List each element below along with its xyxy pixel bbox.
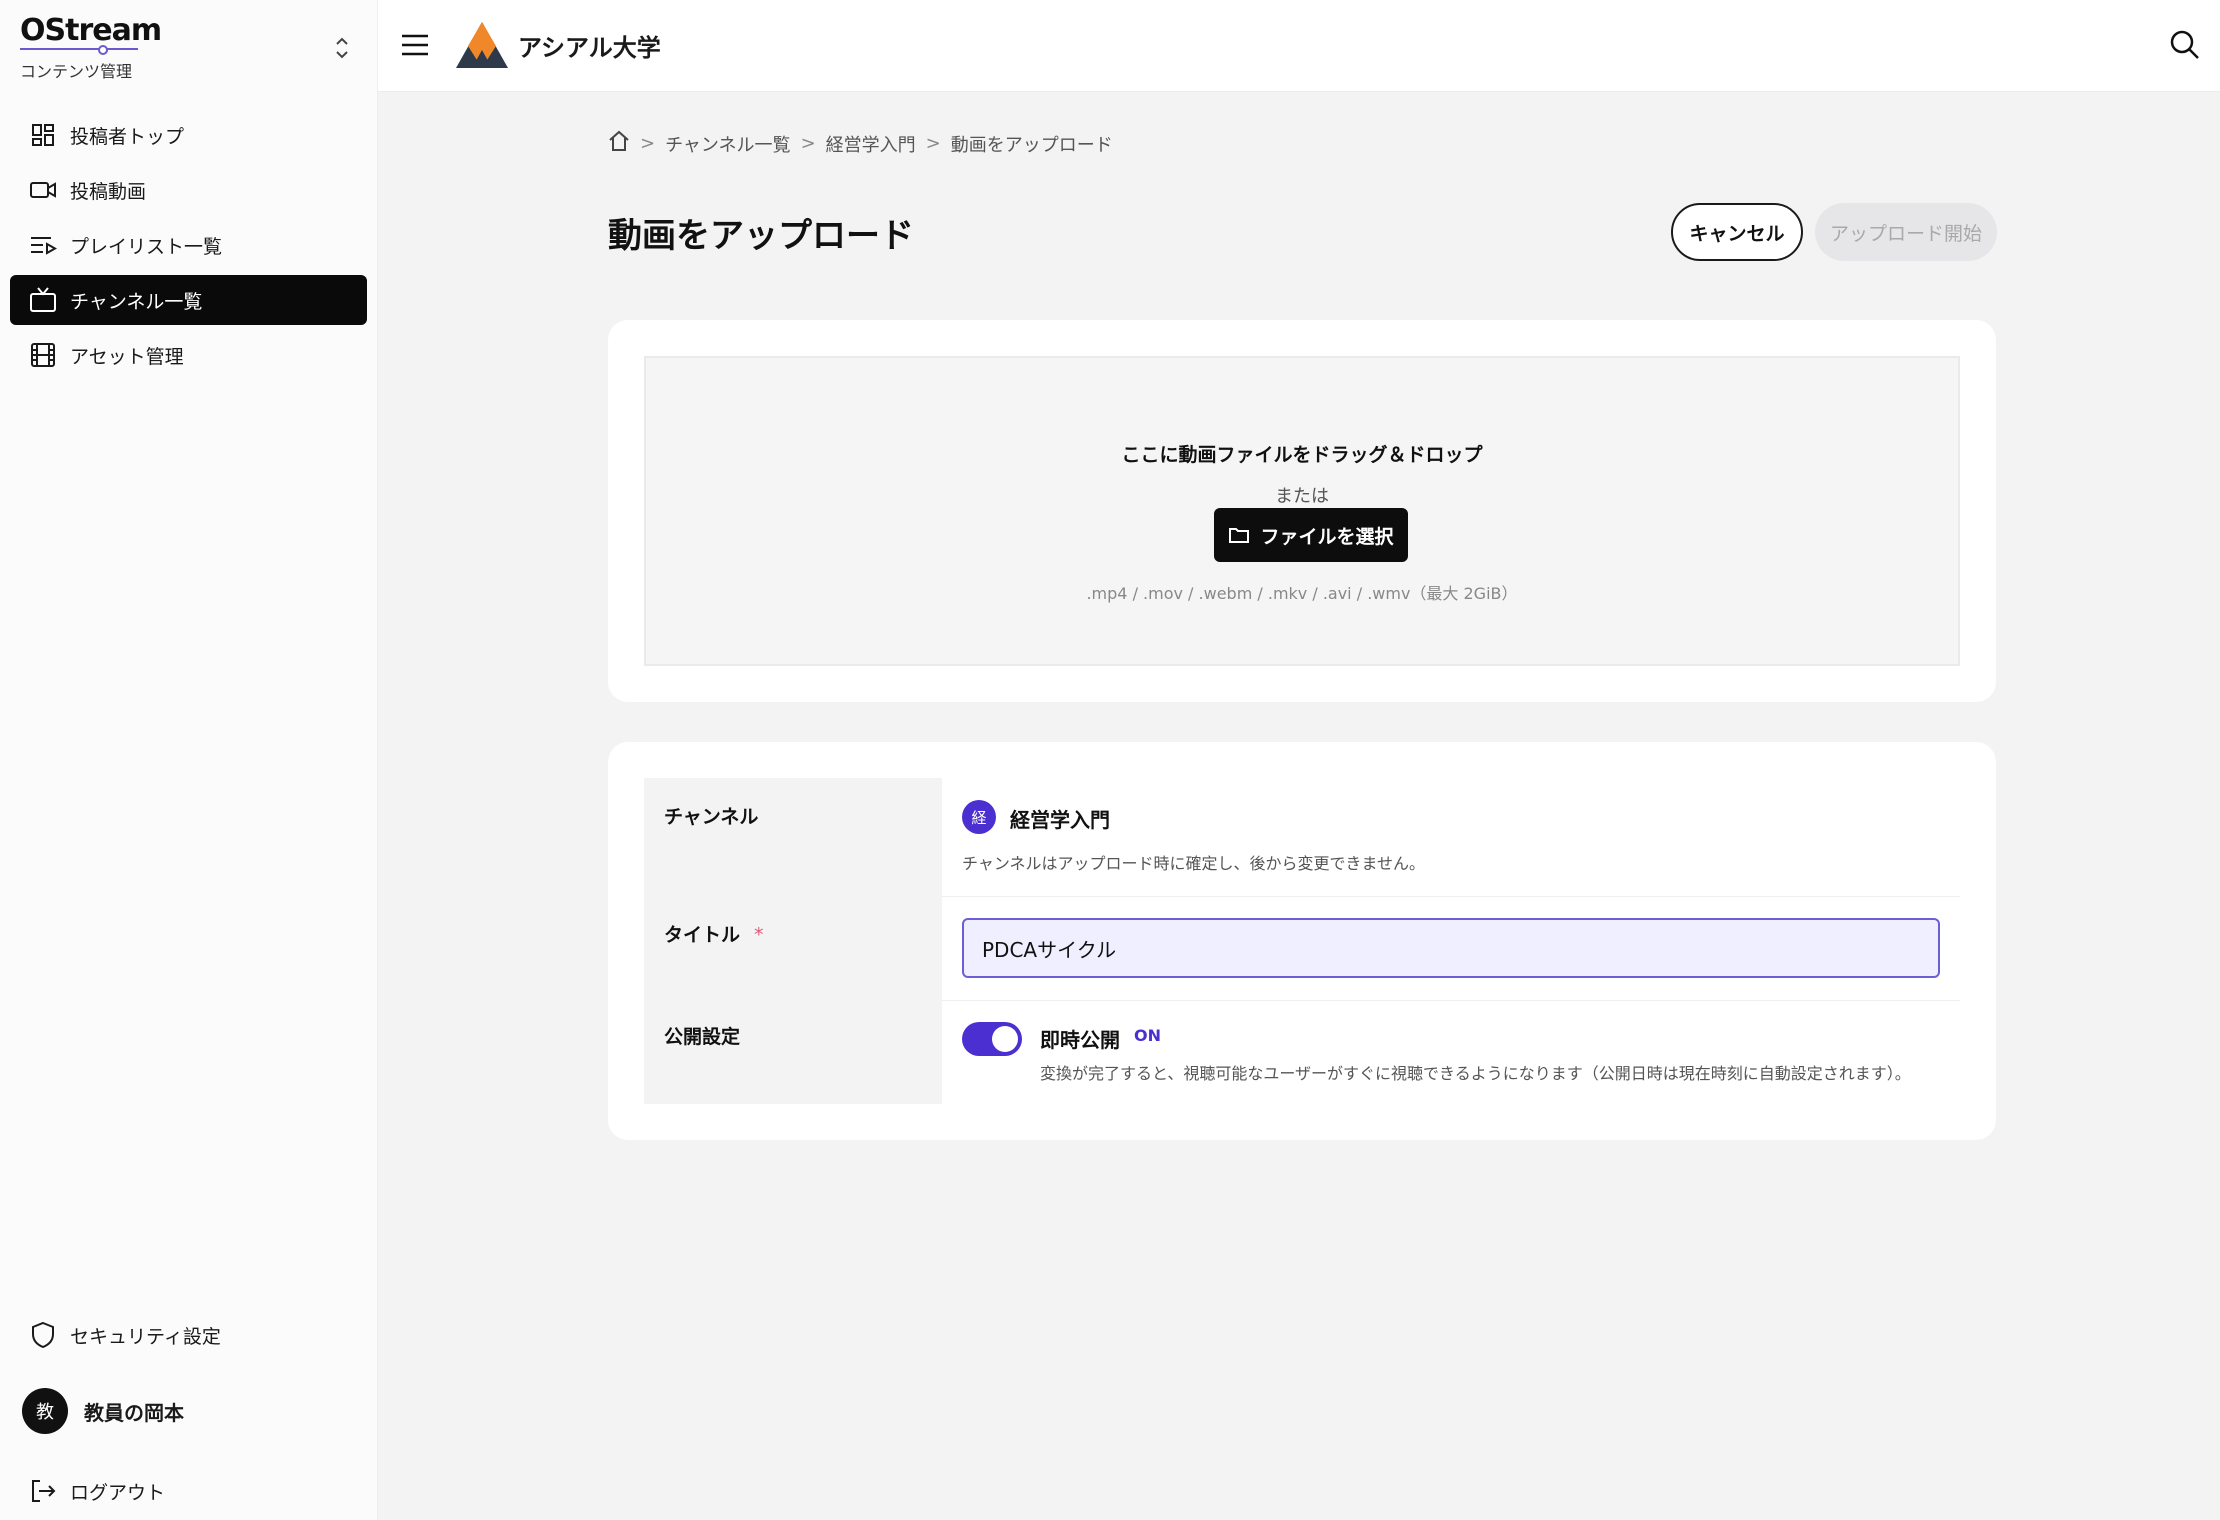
org-name[interactable]: アシアル大学 xyxy=(518,28,661,63)
sidebar-item-label: 投稿動画 xyxy=(70,180,147,203)
sidebar-item-label: 投稿者トップ xyxy=(70,125,185,148)
dropzone-title: ここに動画ファイルをドラッグ＆ドロップ xyxy=(1121,444,1483,466)
channel-avatar: 経 xyxy=(962,800,996,834)
breadcrumb-separator: > xyxy=(800,133,816,154)
sidebar-item-security[interactable]: セキュリティ設定 xyxy=(10,1310,367,1360)
sidebar-item-playlists[interactable]: プレイリスト一覧 xyxy=(10,220,367,270)
select-file-label: ファイルを選択 xyxy=(1260,525,1394,548)
breadcrumb: > チャンネル一覧 > 経営学入門 > 動画をアップロード xyxy=(608,130,1113,157)
title-input[interactable] xyxy=(962,918,1940,978)
sidebar: OStream コンテンツ管理 投稿者トップ 投稿動画 プレイリスト一覧 チャン… xyxy=(0,0,378,1520)
org-logo[interactable] xyxy=(454,20,510,70)
video-details-form: チャンネル 経 経営学入門 チャンネルはアップロード時に確定し、後から変更できま… xyxy=(608,742,1996,1140)
start-upload-button[interactable]: アップロード開始 xyxy=(1815,203,1997,261)
page-title: 動画をアップロード xyxy=(608,216,914,256)
dropzone-or: または xyxy=(1275,486,1329,507)
channel-label: チャンネル xyxy=(664,806,759,828)
title-label: タイトル * xyxy=(664,920,764,947)
breadcrumb-channel[interactable]: 経営学入門 xyxy=(826,131,916,157)
home-icon[interactable] xyxy=(608,130,630,157)
folder-icon xyxy=(1229,528,1250,543)
sidebar-item-label: プレイリスト一覧 xyxy=(70,235,223,258)
channel-name: 経営学入門 xyxy=(1010,808,1110,832)
video-camera-icon xyxy=(28,175,58,205)
sidebar-item-videos[interactable]: 投稿動画 xyxy=(10,165,367,215)
breadcrumb-separator: > xyxy=(640,133,656,154)
file-dropzone[interactable]: ここに動画ファイルをドラッグ＆ドロップ または ファイルを選択 .mp4 / .… xyxy=(644,356,1960,666)
sidebar-item-label: アセット管理 xyxy=(70,345,184,368)
avatar: 教 xyxy=(22,1388,68,1434)
publish-label: 公開設定 xyxy=(664,1026,741,1048)
cancel-button[interactable]: キャンセル xyxy=(1671,203,1803,261)
required-mark: * xyxy=(754,924,764,946)
brand-logo: OStream xyxy=(20,13,162,48)
brand-underline xyxy=(20,45,138,55)
user-name: 教員の岡本 xyxy=(84,1400,184,1425)
brand-subtitle: コンテンツ管理 xyxy=(20,62,133,81)
dropzone-formats: .mp4 / .mov / .webm / .mkv / .avi / .wmv… xyxy=(1086,584,1518,603)
sidebar-item-label: チャンネル一覧 xyxy=(70,290,203,313)
channel-note: チャンネルはアップロード時に確定し、後から変更できません。 xyxy=(962,854,1426,873)
playlist-icon xyxy=(28,230,58,260)
breadcrumb-channels[interactable]: チャンネル一覧 xyxy=(665,131,790,157)
sidebar-item-creator-top[interactable]: 投稿者トップ xyxy=(10,110,367,160)
breadcrumb-separator: > xyxy=(925,133,941,154)
brand[interactable]: OStream コンテンツ管理 xyxy=(20,13,162,82)
upload-card: ここに動画ファイルをドラッグ＆ドロップ または ファイルを選択 .mp4 / .… xyxy=(608,320,1996,702)
title-label-text: タイトル xyxy=(664,924,741,946)
publish-toggle-label: 即時公開 xyxy=(1040,1028,1120,1052)
logout-icon xyxy=(28,1476,58,1506)
search-icon[interactable] xyxy=(2168,28,2202,62)
publish-toggle[interactable] xyxy=(962,1022,1022,1056)
user-profile[interactable]: 教 教員の岡本 xyxy=(22,1388,184,1434)
chevron-up-down-icon[interactable] xyxy=(330,34,354,62)
publish-note: 変換が完了すると、視聴可能なユーザーがすぐに視聴できるようになります（公開日時は… xyxy=(1040,1064,1911,1083)
tv-icon xyxy=(28,285,58,315)
sidebar-item-label: セキュリティ設定 xyxy=(70,1325,221,1348)
breadcrumb-current: 動画をアップロード xyxy=(950,134,1113,156)
menu-icon[interactable] xyxy=(400,30,430,60)
logout-button[interactable]: ログアウト xyxy=(10,1466,367,1516)
sidebar-nav: 投稿者トップ 投稿動画 プレイリスト一覧 チャンネル一覧 アセット管理 xyxy=(10,110,367,385)
divider xyxy=(942,896,1960,897)
top-header: アシアル大学 xyxy=(378,0,2220,92)
dashboard-icon xyxy=(28,120,58,150)
divider xyxy=(942,1000,1960,1001)
film-icon xyxy=(28,340,58,370)
select-file-button[interactable]: ファイルを選択 xyxy=(1214,508,1408,562)
logout-label: ログアウト xyxy=(70,1481,166,1504)
shield-icon xyxy=(28,1320,58,1350)
sidebar-item-channels[interactable]: チャンネル一覧 xyxy=(10,275,367,325)
publish-state-badge: ON xyxy=(1134,1026,1161,1045)
sidebar-item-assets[interactable]: アセット管理 xyxy=(10,330,367,380)
